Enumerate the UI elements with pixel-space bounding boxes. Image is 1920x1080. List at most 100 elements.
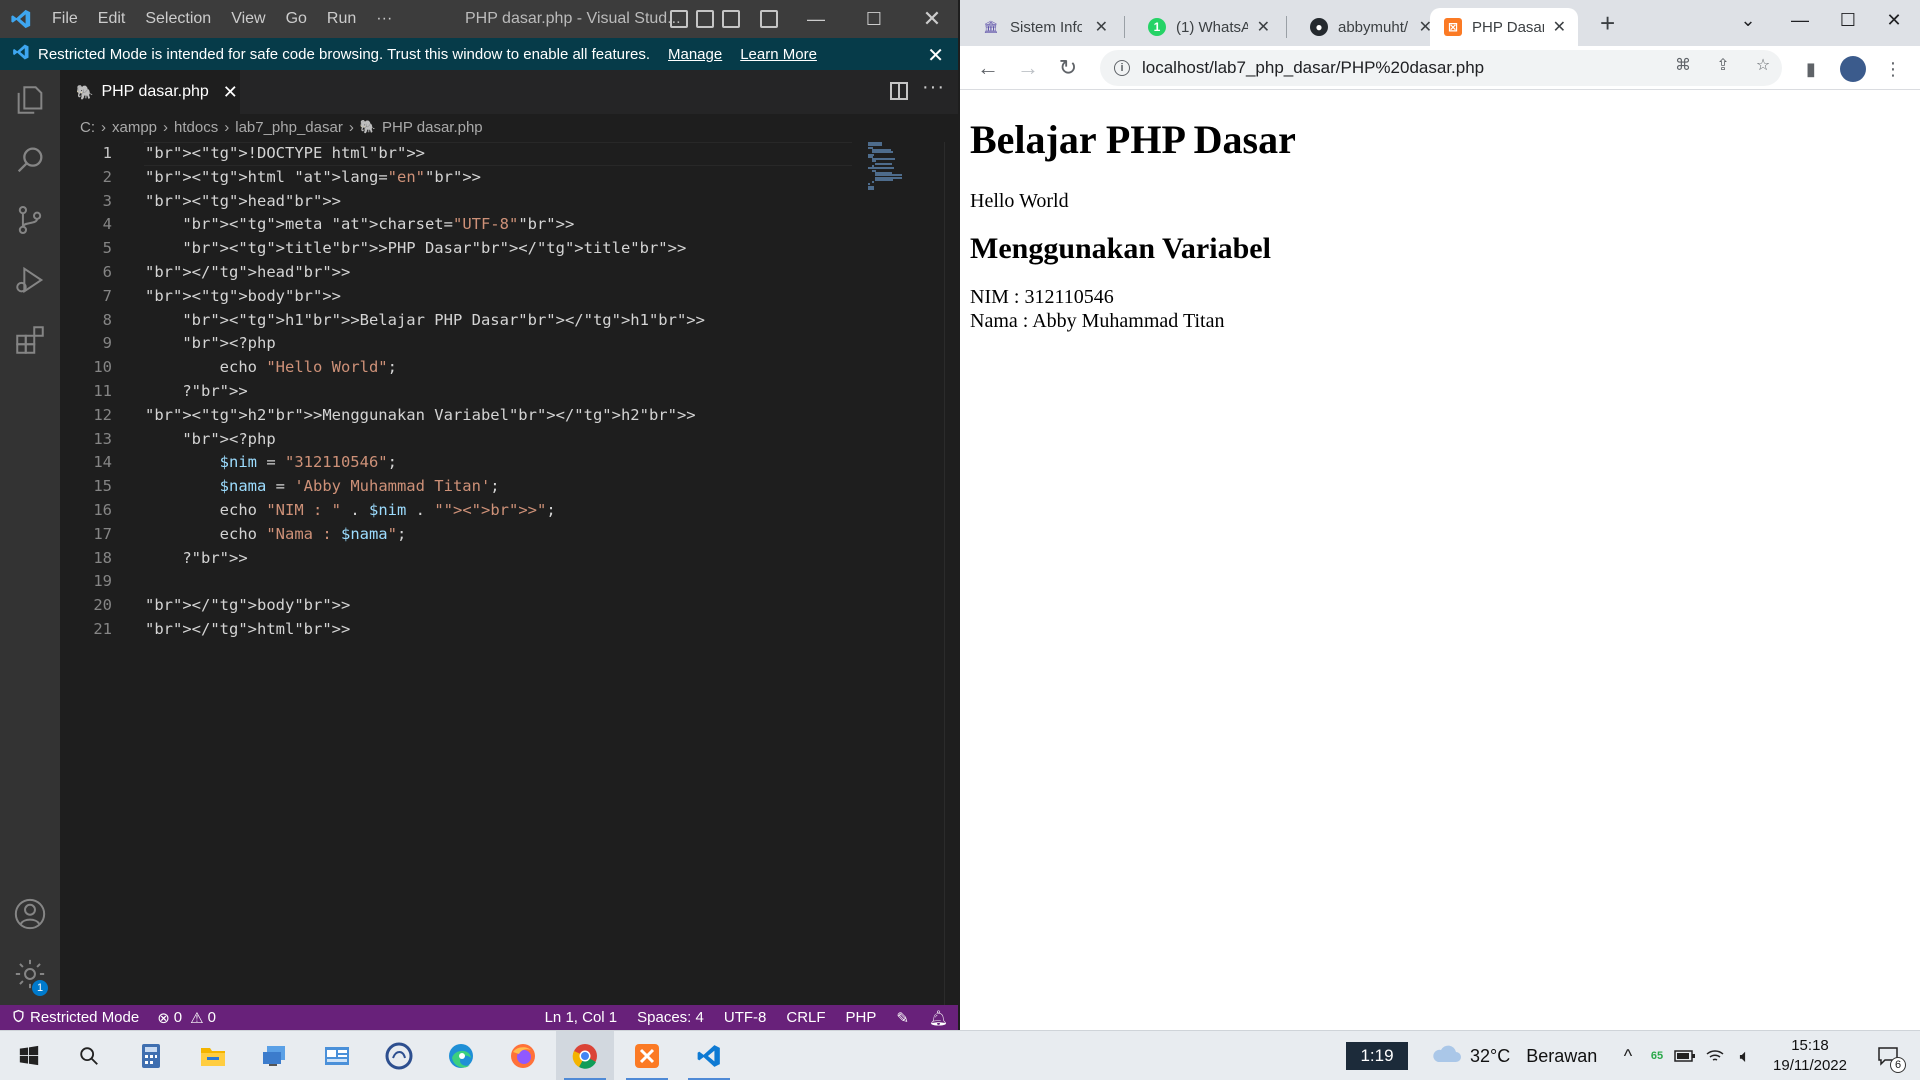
language-mode[interactable]: PHP — [836, 1005, 887, 1030]
translate-icon[interactable]: ⌘ — [1672, 54, 1694, 76]
tab-close-icon[interactable]: ✕ — [223, 82, 238, 103]
code-line[interactable]: 2 "br"><"tg">html "at">lang="en""br">> — [60, 166, 860, 190]
tab-close-icon[interactable]: ✕ — [1553, 17, 1566, 37]
battery-time-remaining[interactable]: 1:19 — [1346, 1042, 1408, 1070]
taskbar-search-icon[interactable] — [60, 1031, 118, 1080]
accounts-icon[interactable] — [0, 884, 60, 944]
cursor-position[interactable]: Ln 1, Col 1 — [535, 1005, 628, 1030]
code-line[interactable]: 12 "br"><"tg">h2"br">>Menggunakan Variabe… — [60, 404, 860, 428]
breadcrumb-drive[interactable]: C: — [80, 119, 95, 136]
control-panel-icon[interactable] — [308, 1031, 366, 1080]
breadcrumb-file[interactable]: PHP dasar.php — [382, 119, 483, 136]
code-line[interactable]: 13 "br"><?php — [60, 428, 860, 452]
breadcrumb-htdocs[interactable]: htdocs — [174, 119, 218, 136]
minimap[interactable] — [868, 142, 948, 192]
code-line[interactable]: 19 — [60, 570, 860, 594]
banner-close-icon[interactable]: ✕ — [927, 43, 944, 68]
encoding[interactable]: UTF-8 — [714, 1005, 777, 1030]
tab-close-icon[interactable]: ✕ — [1257, 17, 1270, 37]
show-hidden-icons-chevron-icon[interactable]: ^ — [1616, 1031, 1640, 1080]
battery-icon[interactable] — [1672, 1031, 1698, 1080]
code-line[interactable]: 15 $nama = 'Abby Muhammad Titan'; — [60, 475, 860, 499]
source-control-icon[interactable] — [0, 190, 60, 250]
weather-widget[interactable]: 32°C Berawan — [1430, 1031, 1597, 1080]
code-line[interactable]: 4 "br"><"tg">meta "at">charset="UTF-8""b… — [60, 213, 860, 237]
site-info-icon[interactable]: i — [1114, 60, 1130, 76]
manage-gear-icon[interactable]: 1 — [0, 944, 60, 1004]
chrome-browser-icon[interactable] — [556, 1031, 614, 1080]
feedback-icon[interactable]: ✎ — [886, 1005, 919, 1030]
bookmark-star-icon[interactable]: ☆ — [1752, 54, 1774, 76]
code-line[interactable]: 5 "br"><"tg">title"br">>PHP Dasar"br"></… — [60, 237, 860, 261]
menu-run[interactable]: Run — [317, 0, 366, 38]
system-clock[interactable]: 15:18 19/11/2022 — [1760, 1036, 1860, 1076]
notifications-bell-icon[interactable]: 🔔︎ — [919, 1005, 958, 1030]
menu-view[interactable]: View — [221, 0, 275, 38]
vscode-taskbar-icon[interactable] — [680, 1031, 738, 1080]
code-line[interactable]: 7 "br"><"tg">body"br">> — [60, 285, 860, 309]
code-line[interactable]: 21 "br"></"tg">html"br">> — [60, 618, 860, 642]
code-line[interactable]: 6 "br"></"tg">head"br">> — [60, 261, 860, 285]
profile-avatar[interactable] — [1840, 56, 1866, 82]
customize-layout-icon[interactable] — [760, 10, 778, 28]
indentation[interactable]: Spaces: 4 — [627, 1005, 714, 1030]
steam-like-app-icon[interactable] — [370, 1031, 428, 1080]
wifi-icon[interactable] — [1702, 1031, 1728, 1080]
side-panel-icon[interactable]: ▮ — [1798, 56, 1824, 82]
restricted-mode-indicator[interactable]: Restricted Mode — [0, 1005, 148, 1030]
menu-go[interactable]: Go — [276, 0, 317, 38]
breadcrumb-folder[interactable]: lab7_php_dasar — [235, 119, 343, 136]
browser-tab-whatsapp[interactable]: 1 (1) WhatsApp ✕ — [1126, 8, 1282, 46]
code-line[interactable]: 20 "br"></"tg">body"br">> — [60, 594, 860, 618]
browser-tab-github[interactable]: ● abbymuht/ ✕ — [1288, 8, 1444, 46]
code-line[interactable]: 9 "br"><?php — [60, 332, 860, 356]
search-icon[interactable] — [0, 130, 60, 190]
menu-file[interactable]: File — [42, 0, 88, 38]
code-line[interactable]: 16 echo "NIM : " . $nim . ""><">br">>"; — [60, 499, 860, 523]
problems-indicator[interactable]: ⊗ 0 ⚠ 0 — [147, 1005, 226, 1030]
code-line[interactable]: 17 echo "Nama : $nama"; — [60, 523, 860, 547]
tab-search-chevron-icon[interactable]: ⌄ — [1720, 0, 1776, 40]
code-line[interactable]: 18 ?"br">> — [60, 547, 860, 571]
browser-tab-php-dasar[interactable]: ⊠ PHP Dasar ✕ — [1430, 8, 1578, 46]
editor-scrollbar[interactable] — [944, 142, 958, 1005]
close-icon[interactable]: ✕ — [1866, 0, 1920, 40]
manage-link[interactable]: Manage — [668, 46, 722, 63]
back-arrow-icon[interactable]: ← — [974, 54, 1002, 82]
volume-icon[interactable]: 🔈︎ — [1732, 1031, 1758, 1080]
calculator-icon[interactable] — [122, 1031, 180, 1080]
run-debug-icon[interactable] — [0, 250, 60, 310]
xampp-control-icon[interactable] — [618, 1031, 676, 1080]
code-line[interactable]: 14 $nim = "312110546"; — [60, 451, 860, 475]
menu-edit[interactable]: Edit — [88, 0, 136, 38]
split-editor-icon[interactable] — [890, 82, 908, 100]
more-actions-icon[interactable]: ··· — [922, 76, 945, 99]
close-icon[interactable]: ✕ — [904, 0, 958, 38]
toggle-sidebar-icon[interactable] — [670, 10, 688, 28]
code-line[interactable]: 3 "br"><"tg">head"br">> — [60, 190, 860, 214]
menu-selection[interactable]: Selection — [135, 0, 221, 38]
file-explorer-icon[interactable] — [184, 1031, 242, 1080]
end-of-line[interactable]: CRLF — [776, 1005, 835, 1030]
code-line[interactable]: 8 "br"><"tg">h1"br">>Belajar PHP Dasar"b… — [60, 309, 860, 333]
browser-tab-sistem-info[interactable]: 🏛︎ Sistem Info ✕ — [960, 8, 1120, 46]
firefox-browser-icon[interactable] — [494, 1031, 552, 1080]
battery-percent[interactable]: 65 — [1646, 1031, 1668, 1080]
reload-icon[interactable]: ↻ — [1054, 54, 1082, 82]
menu-more[interactable]: ··· — [366, 0, 402, 38]
code-editor[interactable]: 1 "br"><"tg">!DOCTYPE html"br">> 2 "br"><"t… — [60, 142, 860, 642]
notification-center-icon[interactable]: 6 — [1868, 1031, 1908, 1080]
maximize-icon[interactable]: ☐ — [846, 0, 902, 38]
chrome-menu-icon[interactable]: ⋮ — [1880, 56, 1906, 82]
tab-close-icon[interactable]: ✕ — [1095, 17, 1108, 37]
learn-more-link[interactable]: Learn More — [740, 46, 817, 63]
extensions-icon[interactable] — [0, 310, 60, 370]
forward-arrow-icon[interactable]: → — [1014, 54, 1042, 82]
new-tab-plus-icon[interactable]: + — [1600, 8, 1615, 39]
pc-app-icon[interactable] — [246, 1031, 304, 1080]
edge-browser-icon[interactable] — [432, 1031, 490, 1080]
minimize-icon[interactable]: — — [788, 0, 844, 38]
breadcrumb-xampp[interactable]: xampp — [112, 119, 157, 136]
code-line[interactable]: 1 "br"><"tg">!DOCTYPE html"br">> — [60, 142, 860, 166]
code-line[interactable]: 10 echo "Hello World"; — [60, 356, 860, 380]
